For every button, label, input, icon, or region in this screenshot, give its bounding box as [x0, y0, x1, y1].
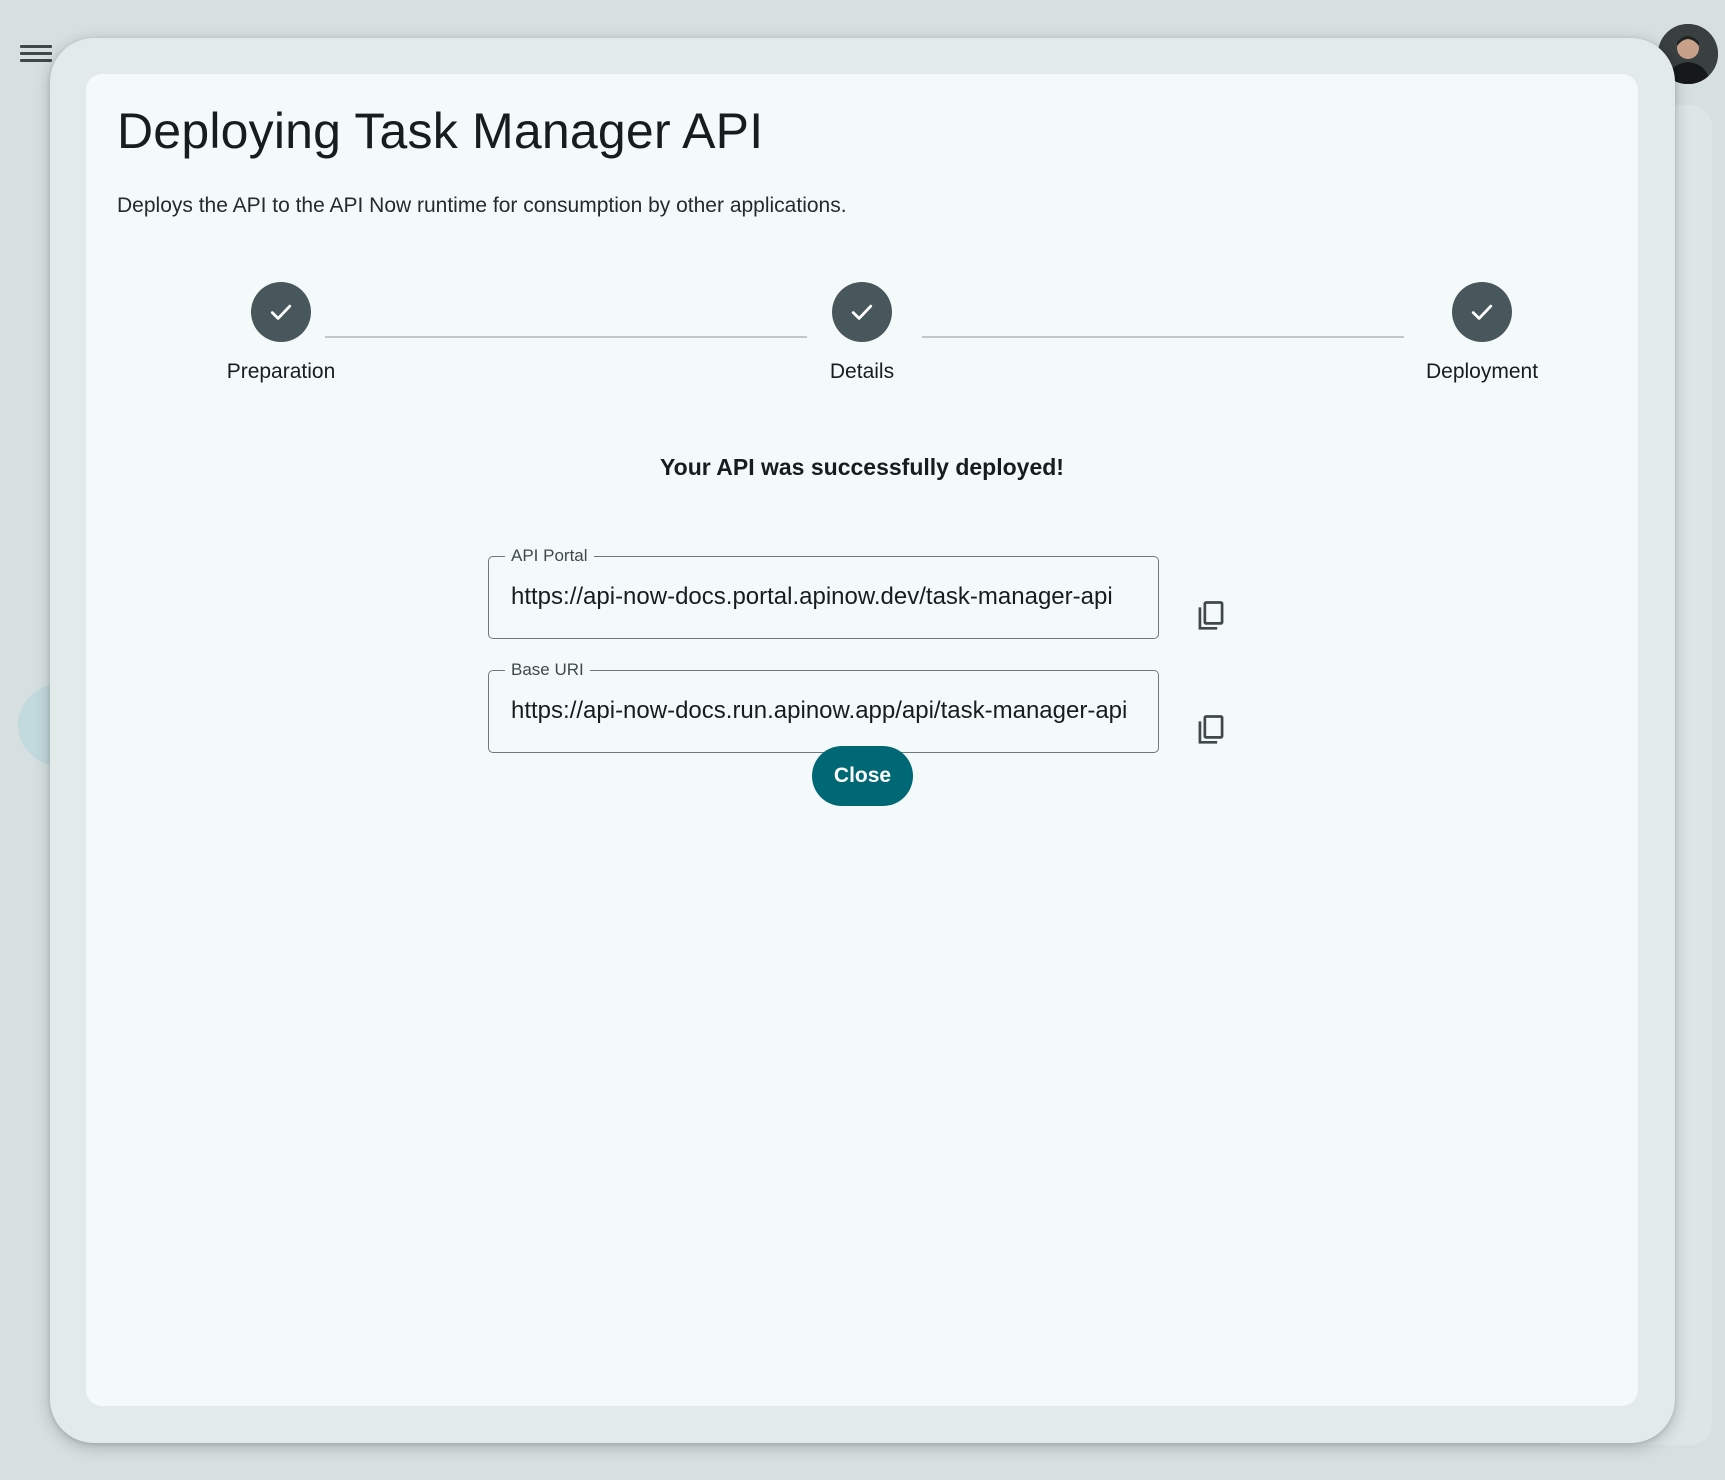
- stepper-connector: [325, 336, 807, 338]
- dialog-title: Deploying Task Manager API: [117, 103, 764, 159]
- step-preparation: Preparation: [181, 282, 381, 384]
- step-details: Details: [762, 282, 962, 384]
- step-label: Details: [829, 360, 895, 383]
- copy-base-uri-button[interactable]: [1188, 707, 1234, 753]
- step-label: Preparation: [226, 360, 336, 383]
- api-portal-field: API Portal: [488, 545, 1159, 639]
- check-icon: [851, 304, 873, 320]
- copy-icon: [1198, 601, 1224, 630]
- api-portal-label: API Portal: [505, 545, 594, 567]
- base-uri-label: Base URI: [505, 659, 590, 681]
- menu-icon[interactable]: [20, 42, 52, 66]
- stepper-connector: [922, 336, 1404, 338]
- api-portal-input[interactable]: [511, 575, 1137, 619]
- deploy-dialog: Deploying Task Manager API Deploys the A…: [50, 38, 1675, 1443]
- base-uri-input[interactable]: [511, 689, 1137, 733]
- check-icon: [270, 304, 292, 320]
- close-button[interactable]: Close: [812, 746, 913, 806]
- step-complete-indicator: [251, 282, 311, 342]
- dialog-description: Deploys the API to the API Now runtime f…: [117, 194, 847, 217]
- copy-api-portal-button[interactable]: [1188, 593, 1234, 639]
- dialog-content: Deploying Task Manager API Deploys the A…: [86, 74, 1638, 1406]
- check-icon: [1471, 304, 1493, 320]
- step-label: Deployment: [1425, 360, 1539, 383]
- step-deployment: Deployment: [1382, 282, 1582, 384]
- base-uri-field: Base URI: [488, 659, 1159, 753]
- step-complete-indicator: [832, 282, 892, 342]
- copy-icon: [1198, 715, 1224, 744]
- step-complete-indicator: [1452, 282, 1512, 342]
- success-message: Your API was successfully deployed!: [660, 454, 1064, 480]
